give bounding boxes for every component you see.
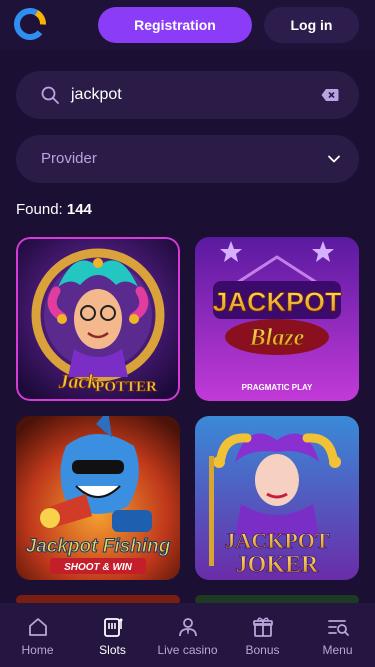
gift-icon (252, 617, 273, 637)
game-tile-jackpot-blaze[interactable]: JACKPOT Blaze PRAGMATIC PLAY (195, 237, 359, 401)
game-art-jackpot-joker: JACKPOT JOKER (195, 416, 359, 580)
game-provider-text: PRAGMATIC PLAY (242, 383, 313, 392)
game-tile-jack-potter[interactable]: Jack POTTER (16, 237, 180, 401)
nav-item-slots[interactable]: Slots (75, 603, 150, 667)
brand-logo-icon[interactable] (14, 8, 46, 40)
nav-label: Live casino (157, 643, 218, 657)
game-logo-text: JACKPOT (212, 287, 342, 317)
search-query[interactable]: jackpot (71, 86, 122, 104)
nav-label: Bonus (245, 643, 280, 657)
found-count: 144 (66, 201, 92, 218)
game-logo-subtext: Blaze (249, 325, 305, 351)
menu-search-icon (327, 620, 349, 636)
login-button[interactable]: Log in (264, 7, 359, 43)
search-icon (41, 86, 59, 104)
game-logo-text: Jackpot Fishing (26, 536, 171, 557)
game-logo-subtext: SHOOT & WIN (64, 562, 133, 573)
home-icon (28, 618, 47, 636)
results-count: Found: 144 (16, 201, 92, 218)
game-tile-jackpot-joker[interactable]: JACKPOT JOKER (195, 416, 359, 580)
game-art-jack-potter: Jack POTTER (16, 237, 180, 401)
game-logo-text: JACKPOT (224, 528, 329, 553)
nav-label: Home (21, 643, 54, 657)
slots-icon (103, 618, 122, 637)
nav-item-live-casino[interactable]: Live casino (150, 603, 225, 667)
game-art-jackpot-blaze: JACKPOT Blaze PRAGMATIC PLAY (195, 237, 359, 401)
live-casino-icon (178, 618, 197, 637)
nav-item-menu[interactable]: Menu (300, 603, 375, 667)
search-input[interactable]: jackpot (16, 71, 359, 119)
game-logo-subtext: JOKER (236, 552, 319, 578)
game-logo-text: Jack (58, 371, 98, 393)
game-art-jackpot-fishing: Jackpot Fishing SHOOT & WIN (16, 416, 180, 580)
top-header: Registration Log in (0, 0, 375, 50)
registration-button[interactable]: Registration (98, 7, 252, 43)
chevron-down-icon (328, 155, 340, 163)
provider-dropdown[interactable]: Provider (16, 135, 359, 183)
game-logo-subtext: POTTER (95, 379, 157, 395)
nav-item-home[interactable]: Home (0, 603, 75, 667)
nav-label: Menu (322, 643, 353, 657)
bottom-nav: Home Slots Live casino Bonus Menu (0, 603, 375, 667)
clear-search-icon[interactable] (321, 88, 339, 102)
provider-label: Provider (41, 150, 97, 167)
game-tile-jackpot-fishing[interactable]: Jackpot Fishing SHOOT & WIN (16, 416, 180, 580)
nav-item-bonus[interactable]: Bonus (225, 603, 300, 667)
nav-label: Slots (99, 643, 126, 657)
found-label: Found: (16, 201, 63, 218)
